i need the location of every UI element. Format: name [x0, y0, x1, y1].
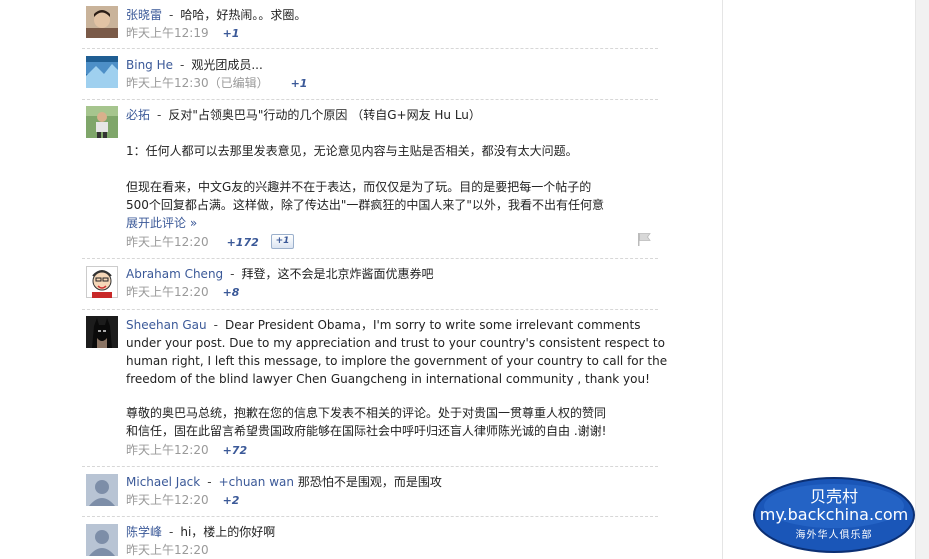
- comment-stream: 张晓雷 - 哈哈，好热闹。。求圈。 昨天上午12:19 +1 Bing He - 观光团成…: [0, 0, 722, 559]
- comment-header: 必拓 - 反对"占领奥巴马"行动的几个原因 （转自G+网友 Hu Lu）: [126, 108, 481, 122]
- timestamp[interactable]: 昨天上午12:20: [126, 235, 209, 249]
- avatar[interactable]: [86, 474, 118, 506]
- avatar[interactable]: [86, 6, 118, 38]
- divider: [82, 99, 658, 100]
- comment-text: 哈哈，好热闹。。求圈。: [180, 8, 307, 22]
- avatar[interactable]: [86, 316, 118, 348]
- mention-link[interactable]: +chuan wan: [219, 475, 294, 489]
- column-divider: [722, 0, 723, 559]
- comment-meta: 昨天上午12:20 +172: [126, 233, 259, 252]
- divider: [82, 309, 658, 310]
- timestamp[interactable]: 昨天上午12:20: [126, 493, 209, 507]
- comment-body-line: human right, I left this message, to imp…: [126, 354, 668, 368]
- plus-one-count[interactable]: +2: [223, 494, 240, 507]
- author-link[interactable]: Bing He: [126, 58, 173, 72]
- plus-one-count[interactable]: +172: [227, 236, 259, 249]
- comment-body-line: 尊敬的奥巴马总统，抱歉在您的信息下发表不相关的评论。处于对贵国一贯尊重人权的赞同: [126, 406, 607, 420]
- comment-meta: 昨天上午12:30（已编辑） +1: [126, 74, 307, 93]
- comment-body-line: 500个回复都占满。这样做，除了传达出"一群疯狂的中国人来了"以外，我看不出有任…: [126, 198, 604, 212]
- comment-meta: 昨天上午12:19 +1: [126, 24, 239, 43]
- comment-header: 陈学峰 - hi，楼上的你好啊: [126, 525, 276, 539]
- comment-text: 观光团成员...: [191, 58, 263, 72]
- comment-header: Abraham Cheng - 拜登，这不会是北京炸酱面优惠券吧: [126, 267, 434, 281]
- watermark-url: my.backchina.com: [759, 505, 909, 524]
- comment-text: 反对"占领奥巴马"行动的几个原因 （转自G+网友 Hu Lu）: [168, 108, 481, 122]
- comment-body-line: 和信任，固在此留言希望贵国政府能够在国际社会中呼吁归还盲人律师陈光诚的自由 .谢…: [126, 424, 607, 438]
- comment-text: 拜登，这不会是北京炸酱面优惠券吧: [241, 267, 434, 281]
- author-link[interactable]: 张晓雷: [126, 8, 162, 22]
- plus-one-button[interactable]: +1: [271, 234, 294, 249]
- plus-one-count[interactable]: +1: [291, 77, 308, 90]
- comment-body-line: under your post. Due to my appreciation …: [126, 336, 665, 350]
- comment-header: Michael Jack - +chuan wan 那恐怕不是围观，而是围攻: [126, 475, 442, 489]
- author-link[interactable]: 必拓: [126, 108, 150, 122]
- comment-body-line: 但现在看来，中文G友的兴趣并不在于表达，而仅仅是为了玩。目的是要把每一个帖子的: [126, 180, 592, 194]
- divider: [82, 258, 658, 259]
- author-link[interactable]: 陈学峰: [126, 525, 162, 539]
- watermark-tagline: 海外华人俱乐部: [795, 530, 873, 541]
- timestamp[interactable]: 昨天上午12:20: [126, 443, 209, 457]
- plus-one-count[interactable]: +72: [223, 444, 248, 457]
- comment-header: Sheehan Gau - Dear President Obama，I'm sor…: [126, 318, 641, 332]
- divider: [82, 516, 658, 517]
- scrollbar[interactable]: [915, 0, 929, 559]
- flag-icon[interactable]: [636, 232, 652, 246]
- comment-meta: 昨天上午12:20: [126, 541, 209, 559]
- avatar[interactable]: [86, 524, 118, 556]
- expand-comment-link[interactable]: 展开此评论 »: [126, 214, 197, 232]
- author-link[interactable]: Michael Jack: [126, 475, 200, 489]
- avatar[interactable]: [86, 106, 118, 138]
- comment-meta: 昨天上午12:20 +72: [126, 441, 247, 460]
- comment-header: 张晓雷 - 哈哈，好热闹。。求圈。: [126, 8, 307, 22]
- comment-body-line: 1：任何人都可以去那里发表意见，无论意见内容与主贴是否相关，都没有太大问题。: [126, 144, 578, 158]
- divider: [82, 466, 658, 467]
- comment-header: Bing He - 观光团成员...: [126, 58, 263, 72]
- divider: [82, 48, 658, 49]
- plus-one-count[interactable]: +1: [223, 27, 240, 40]
- author-link[interactable]: Abraham Cheng: [126, 267, 223, 281]
- plus-one-count[interactable]: +8: [223, 286, 240, 299]
- avatar[interactable]: [86, 266, 118, 298]
- avatar[interactable]: [86, 56, 118, 88]
- timestamp[interactable]: 昨天上午12:20: [126, 285, 209, 299]
- comment-text: 那恐怕不是围观，而是围攻: [297, 475, 442, 489]
- watermark-logo: 贝壳村 my.backchina.com 海外华人俱乐部: [752, 476, 916, 554]
- author-link[interactable]: Sheehan Gau: [126, 318, 207, 332]
- timestamp[interactable]: 昨天上午12:30（已编辑）: [126, 76, 269, 90]
- comment-body-line: freedom of the blind lawyer Chen Guangch…: [126, 372, 650, 386]
- timestamp[interactable]: 昨天上午12:19: [126, 26, 209, 40]
- comment-meta: 昨天上午12:20 +2: [126, 491, 239, 510]
- watermark-title: 贝壳村: [809, 487, 858, 506]
- timestamp[interactable]: 昨天上午12:20: [126, 543, 209, 557]
- comment-text: hi，楼上的你好啊: [180, 525, 276, 539]
- comment-text: Dear President Obama，I'm sorry to write …: [224, 318, 641, 332]
- comment-meta: 昨天上午12:20 +8: [126, 283, 239, 302]
